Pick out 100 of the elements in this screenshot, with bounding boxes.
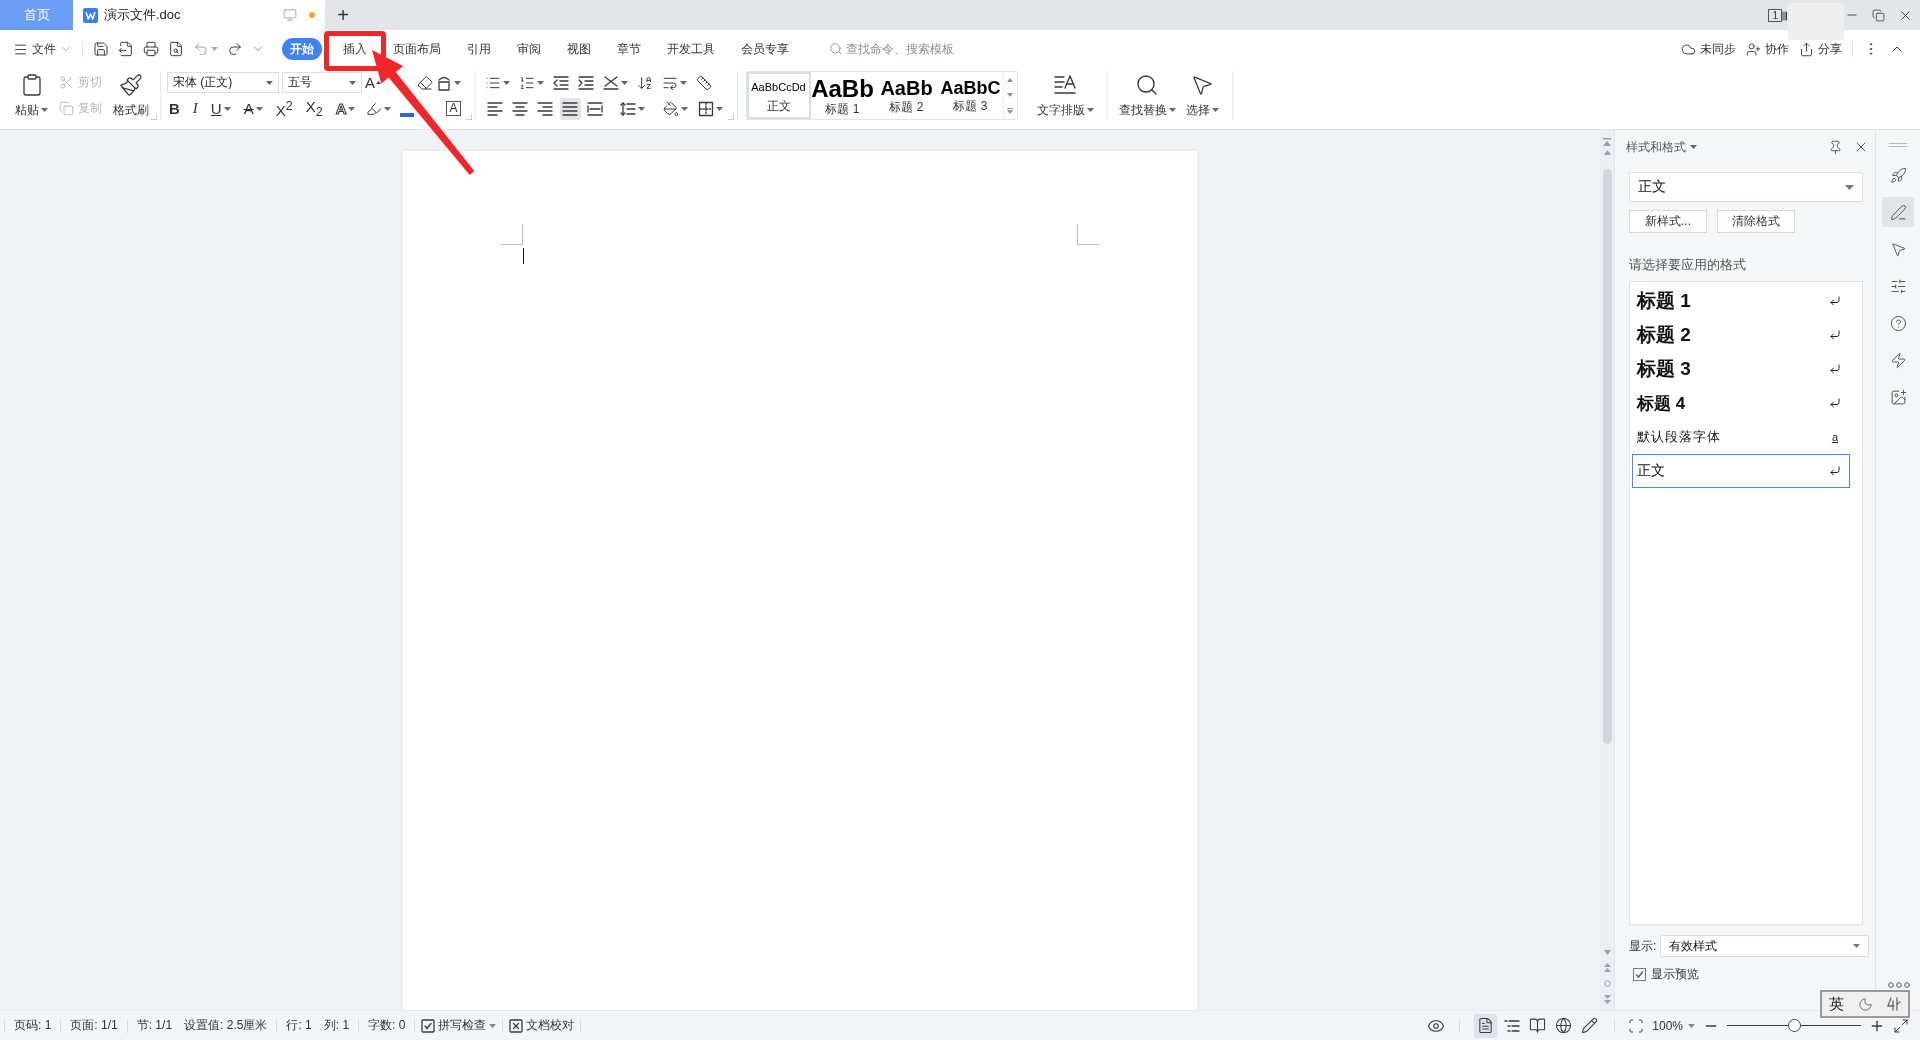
crossed-box-icon[interactable] (509, 1018, 524, 1033)
highlighter-icon[interactable] (366, 100, 383, 117)
magnifier-icon[interactable] (1135, 72, 1159, 97)
caret-icon[interactable] (1845, 184, 1854, 190)
scroll-down-icon[interactable] (1007, 92, 1013, 97)
user-plus-icon[interactable] (1746, 41, 1761, 57)
caret-icon[interactable] (1853, 944, 1860, 948)
ime-mode-text[interactable]: 英 (1829, 994, 1844, 1014)
share-icon[interactable] (1799, 41, 1814, 57)
ribbon-tab[interactable]: 插入 (343, 42, 367, 56)
ribbon-tab[interactable]: 页面布局 (393, 42, 441, 56)
bold-button[interactable]: B (167, 97, 182, 120)
checkbox[interactable] (1633, 968, 1646, 981)
caret-icon[interactable] (1211, 108, 1219, 112)
caret-icon[interactable] (715, 106, 723, 111)
show-dropdown[interactable]: 有效样式 (1660, 935, 1869, 957)
select-button[interactable]: 选择 (1182, 70, 1222, 121)
style-list-item[interactable]: 标题 1 (1632, 284, 1850, 318)
paste-button[interactable]: 粘贴 (12, 70, 51, 121)
caret-icon[interactable] (1688, 1023, 1695, 1028)
ribbon-tab[interactable]: 审阅 (517, 42, 541, 56)
caret-icon[interactable] (223, 106, 231, 111)
underline-button[interactable]: U (208, 97, 233, 120)
window-count-badge[interactable]: 1 (1768, 8, 1782, 22)
file-menu[interactable]: 文件 (13, 40, 72, 58)
grid-icon[interactable] (697, 100, 714, 117)
proofread-button[interactable]: 文档校对 (503, 1017, 581, 1034)
file-arrow-icon[interactable] (118, 41, 134, 57)
format-painter-button[interactable]: 格式刷 (110, 70, 152, 121)
scroll-up-icon[interactable] (1007, 77, 1013, 82)
indent-decrease-icon[interactable] (552, 74, 569, 91)
strike-button[interactable]: A (241, 97, 265, 120)
panel-title-menu[interactable]: 样式和格式 (1626, 138, 1697, 156)
line-spacing-icon[interactable] (619, 100, 636, 117)
document-tab[interactable]: 演示文件.doc (73, 0, 325, 30)
search-icon[interactable] (829, 42, 843, 56)
caret-icon[interactable] (680, 106, 688, 111)
gallery-more-icon[interactable] (1007, 107, 1013, 114)
ribbon-tab[interactable]: 会员专享 (741, 42, 789, 56)
caret-icon[interactable] (454, 80, 461, 85)
caret-icon[interactable] (1690, 145, 1697, 149)
style-list-item[interactable]: 正文 (1632, 454, 1850, 488)
style-tile[interactable]: AaBbCcDd 正文 (746, 72, 811, 119)
ribbon-tab[interactable]: 开始 (282, 38, 322, 60)
grow-font-button[interactable]: A (365, 71, 381, 94)
stacked-bars-icon[interactable] (1782, 9, 1787, 21)
caret-icon[interactable] (489, 1023, 497, 1028)
arc-over-box-icon[interactable] (436, 74, 452, 91)
panel-button[interactable]: 新样式... (1629, 210, 1707, 233)
ribbon-tab[interactable]: 开发工具 (667, 42, 715, 56)
check-box-icon[interactable] (421, 1018, 436, 1033)
cloud-icon[interactable] (1681, 41, 1696, 57)
superscript-button[interactable]: X$^{2}$ (273, 97, 295, 120)
numbered-list-icon[interactable] (518, 74, 535, 91)
ruler-icon[interactable] (695, 74, 712, 91)
style-list-item[interactable]: 标题 2 (1632, 318, 1850, 352)
drag-handle-icon[interactable] (1888, 142, 1908, 148)
restore-icon[interactable] (1872, 8, 1885, 22)
printer-icon[interactable] (143, 41, 159, 57)
image-plus-icon[interactable] (1889, 388, 1907, 406)
rocket-icon[interactable] (1889, 166, 1907, 184)
corner-frame-icon[interactable] (1628, 1017, 1645, 1034)
eraser-icon[interactable] (417, 74, 433, 91)
paintbrush-icon[interactable] (119, 72, 143, 97)
expand-arrows-icon[interactable] (1893, 1017, 1909, 1034)
caret-icon[interactable] (266, 80, 273, 85)
pin-icon[interactable] (1828, 139, 1843, 155)
zoom-slider-thumb[interactable] (1787, 1019, 1801, 1032)
symbol-icon[interactable] (1887, 997, 1901, 1011)
subscript-button[interactable]: X$_{2}$ (303, 97, 325, 120)
caret-icon[interactable] (384, 106, 392, 111)
ribbon-tab[interactable]: 章节 (617, 42, 641, 56)
collaborate-button[interactable]: 协作 (1746, 40, 1789, 58)
caret-icon[interactable] (637, 106, 645, 111)
find-replace-button[interactable]: 查找替换 (1115, 70, 1179, 121)
paint-bucket-icon[interactable] (662, 100, 679, 117)
zoom-level-dropdown[interactable]: 100% (1652, 1018, 1695, 1033)
caret-icon[interactable] (502, 80, 510, 85)
search-field[interactable]: 查找命令、搜索模板 (829, 42, 966, 56)
ribbon-tab[interactable]: 视图 (567, 42, 591, 56)
ribbon-tab[interactable]: 引用 (467, 42, 491, 56)
caret-icon[interactable] (536, 80, 544, 85)
pen-tool-button[interactable] (1882, 197, 1914, 227)
style-dropdown[interactable]: 正文 (1629, 172, 1863, 202)
save-icon[interactable] (93, 41, 109, 57)
caret-icon[interactable] (1168, 108, 1176, 112)
panel-button[interactable]: 清除格式 (1717, 210, 1795, 233)
cross-lines-icon[interactable] (602, 74, 619, 91)
caret-icon[interactable] (41, 108, 48, 112)
caret-icon[interactable] (349, 80, 356, 85)
sliders-icon[interactable] (1889, 277, 1907, 295)
caret-icon[interactable] (679, 80, 687, 85)
font-size-dropdown[interactable]: 五号 (282, 72, 362, 93)
more-dots-icon[interactable] (1888, 982, 1910, 988)
scrollbar-thumb[interactable] (1602, 169, 1612, 744)
checkbox-label[interactable]: 显示预览 (1651, 966, 1699, 983)
sort-icon[interactable] (636, 74, 653, 91)
italic-button[interactable]: I (190, 97, 200, 120)
caret-icon[interactable] (255, 106, 263, 111)
caret-icon[interactable] (1086, 108, 1094, 112)
